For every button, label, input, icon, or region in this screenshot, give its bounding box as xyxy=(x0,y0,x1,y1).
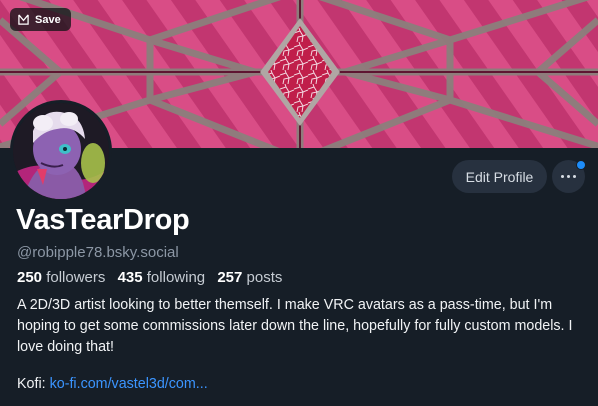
following-link[interactable]: 435 following xyxy=(118,269,206,286)
kofi-line: Kofi: ko-fi.com/vastel3d/com... xyxy=(17,376,208,392)
notification-dot xyxy=(576,160,586,170)
display-name: VasTearDrop xyxy=(16,204,190,236)
bio-text: A 2D/3D artist looking to better themsel… xyxy=(17,297,573,355)
edit-profile-button[interactable]: Edit Profile xyxy=(452,160,547,193)
save-icon xyxy=(18,14,29,25)
posts-count: 257 xyxy=(217,269,243,286)
profile-bio: A 2D/3D artist looking to better themsel… xyxy=(17,295,589,358)
profile-handle: @robipple78.bsky.social xyxy=(17,244,179,261)
followers-link[interactable]: 250 followers xyxy=(17,269,105,286)
save-button[interactable]: Save xyxy=(10,8,71,31)
posts-stat: 257 posts xyxy=(217,269,282,286)
profile-stats: 250 followers 435 following 257 posts xyxy=(17,269,282,286)
following-count: 435 xyxy=(117,269,143,286)
posts-label: posts xyxy=(246,269,283,286)
kofi-label: Kofi: xyxy=(17,376,46,392)
kofi-link[interactable]: ko-fi.com/vastel3d/com... xyxy=(50,376,208,392)
followers-label: followers xyxy=(46,269,106,286)
followers-count: 250 xyxy=(17,269,43,286)
save-button-label: Save xyxy=(35,13,61,26)
following-label: following xyxy=(146,269,206,286)
avatar[interactable] xyxy=(10,100,112,202)
avatar-image xyxy=(13,103,109,199)
ellipsis-icon xyxy=(561,175,576,178)
